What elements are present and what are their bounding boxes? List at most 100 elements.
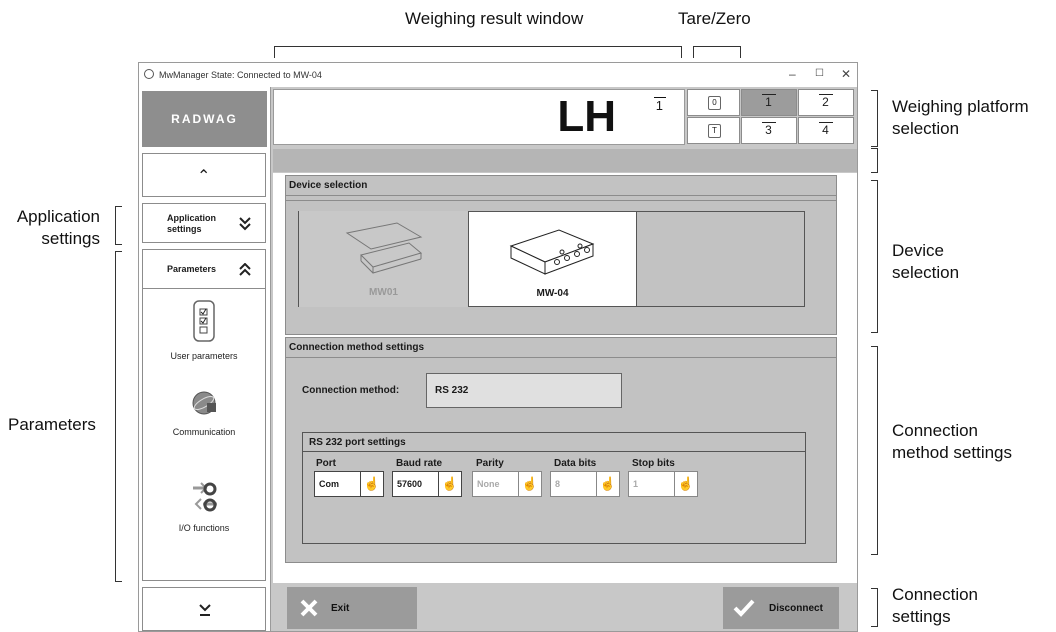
status-bar <box>273 149 857 172</box>
bracket-line <box>877 346 878 554</box>
minimize-button[interactable]: – <box>789 67 796 81</box>
baud-rate-column-label: Baud rate <box>396 458 443 469</box>
main-content: Device selection MW01 MW-04 Connection m… <box>273 173 857 583</box>
hand-pointer-icon: ☝ <box>438 472 461 496</box>
app-icon <box>144 69 154 79</box>
stop-bits-field[interactable]: 1 ☝ <box>628 471 698 497</box>
tare-icon: T <box>708 124 721 138</box>
bracket-line <box>877 588 878 626</box>
exit-button[interactable]: Exit <box>287 587 417 629</box>
device-mw04[interactable]: MW-04 <box>468 211 637 307</box>
bracket-line <box>877 148 878 172</box>
chevron-down-icon <box>199 604 211 616</box>
bracket-line <box>115 251 122 252</box>
bracket-line <box>871 554 878 555</box>
weighing-result-window: LH 1 <box>273 89 685 145</box>
device-mw01-image <box>345 222 423 274</box>
baud-rate-field[interactable]: 57600 ☝ <box>392 471 462 497</box>
port-column-label: Port <box>316 458 336 469</box>
annotation-tare-zero: Tare/Zero <box>678 9 751 28</box>
rs232-port-settings: RS 232 port settings Port Baud rate Pari… <box>302 432 806 544</box>
device-mw04-label: MW-04 <box>536 288 569 299</box>
platform-1-button[interactable]: 1 <box>741 89 797 116</box>
parameters-label: Parameters <box>167 264 217 274</box>
device-mw01-label: MW01 <box>369 287 398 298</box>
annotation-connection-method-settings: Connection method settings <box>892 421 1013 462</box>
parameters-button[interactable]: Parameters <box>142 249 266 289</box>
bracket-line <box>681 46 682 58</box>
close-button[interactable]: ✕ <box>841 67 851 81</box>
annotation-device-selection: Device selection <box>892 241 960 282</box>
hand-pointer-icon: ☝ <box>518 472 541 496</box>
sidebar-item-communication[interactable]: Communication <box>143 389 265 437</box>
stop-bits-column-label: Stop bits <box>632 458 675 469</box>
bracket-line <box>115 581 122 582</box>
parity-field[interactable]: None ☝ <box>472 471 542 497</box>
hand-pointer-icon: ☝ <box>674 472 697 496</box>
double-chevron-up-icon <box>239 263 251 276</box>
bracket-line <box>871 146 878 147</box>
bracket-line <box>115 244 122 245</box>
io-functions-label: I/O functions <box>178 523 230 533</box>
sidebar-item-io-functions[interactable]: I/O functions <box>143 479 265 533</box>
user-parameters-label: User parameters <box>170 351 238 361</box>
disconnect-button[interactable]: Disconnect <box>723 587 839 629</box>
disconnect-label: Disconnect <box>769 603 823 614</box>
port-field[interactable]: Com ☝ <box>314 471 384 497</box>
sidebar-scroll-down-button[interactable] <box>142 587 266 631</box>
platform-4-button[interactable]: 4 <box>798 117 854 144</box>
checkmark-icon <box>733 599 755 617</box>
connection-method-select[interactable]: RS 232 <box>426 373 622 408</box>
bracket-line <box>115 206 116 244</box>
bracket-line <box>740 46 741 58</box>
annotation-application-settings: Application settings <box>16 207 100 248</box>
device-mw04-image <box>509 229 595 275</box>
connection-settings-bar: Exit Disconnect <box>273 583 857 631</box>
bracket-line <box>877 180 878 332</box>
bracket-line <box>871 172 878 173</box>
application-settings-button[interactable]: Application settings <box>142 203 266 243</box>
chevron-up-icon: ⌃ <box>197 168 211 185</box>
annotation-weighing-platform-selection: Weighing platform selection <box>892 97 1029 138</box>
application-settings-label: Application settings <box>167 213 216 234</box>
annotation-weighing-result-window: Weighing result window <box>405 9 584 28</box>
bracket-line <box>871 332 878 333</box>
app-window: MwManager State: Connected to MW-04 – ☐ … <box>138 62 858 632</box>
zero-icon: 0 <box>708 96 721 110</box>
title-bar: MwManager State: Connected to MW-04 – ☐ … <box>139 63 857 87</box>
annotation-parameters: Parameters <box>8 415 96 434</box>
maximize-button[interactable]: ☐ <box>815 68 824 79</box>
radwag-logo: RADWAG <box>142 91 267 147</box>
connection-method-header: Connection method settings <box>286 338 836 358</box>
bracket-line <box>693 46 694 58</box>
bracket-line <box>877 90 878 146</box>
tare-button[interactable]: T <box>687 117 740 144</box>
device-selection-header: Device selection <box>286 176 836 196</box>
zero-button[interactable]: 0 <box>687 89 740 116</box>
weighing-result-value: LH <box>557 92 616 141</box>
bracket-line <box>274 46 275 58</box>
bracket-line <box>115 251 116 581</box>
close-icon <box>300 599 318 617</box>
device-mw01[interactable]: MW01 <box>299 211 468 307</box>
bracket-line <box>693 46 740 47</box>
hand-pointer-icon: ☝ <box>596 472 619 496</box>
platform-3-button[interactable]: 3 <box>741 117 797 144</box>
connection-method-section: Connection method settings Connection me… <box>285 337 837 563</box>
platform-2-button[interactable]: 2 <box>798 89 854 116</box>
communication-icon <box>192 391 216 415</box>
communication-label: Communication <box>172 427 236 437</box>
hand-pointer-icon: ☝ <box>360 472 383 496</box>
parity-column-label: Parity <box>476 458 504 469</box>
parameters-panel: User parameters Communication I/O functi… <box>142 289 266 581</box>
double-chevron-down-icon <box>239 217 251 231</box>
device-selection-section: Device selection MW01 MW-04 <box>285 175 837 335</box>
sidebar-scroll-up-button[interactable]: ⌃ <box>142 153 266 197</box>
connection-method-label: Connection method: <box>302 385 400 396</box>
annotation-connection-settings: Connection settings <box>892 585 979 626</box>
checklist-icon <box>193 300 215 342</box>
data-bits-field[interactable]: 8 ☝ <box>550 471 620 497</box>
sidebar-item-user-parameters[interactable]: User parameters <box>143 299 265 361</box>
bracket-line <box>115 206 122 207</box>
sidebar: RADWAG ⌃ Applicationsettings Parameters <box>139 87 271 631</box>
